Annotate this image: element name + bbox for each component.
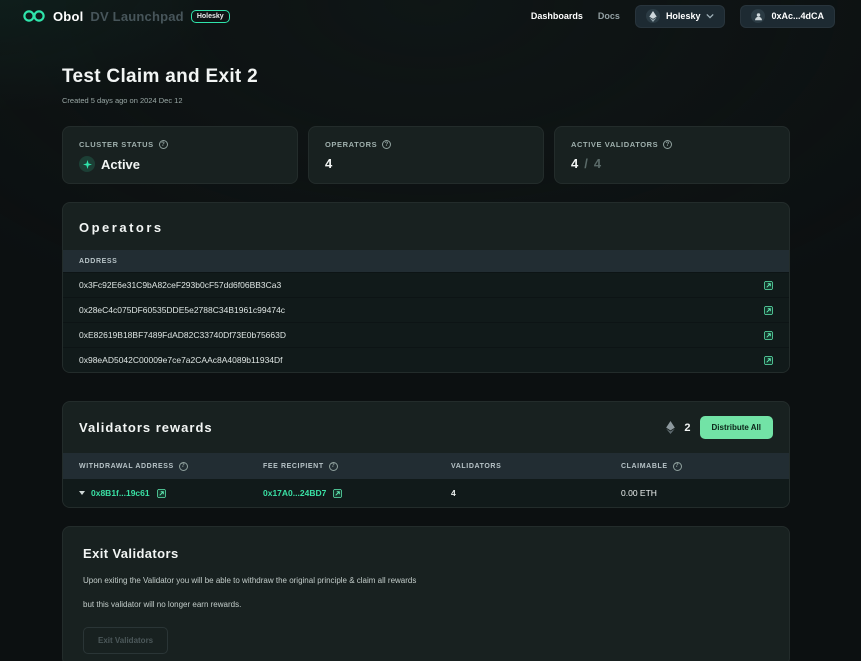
table-row: 0xE82619B18BF7489FdAD82C33740Df73E0b7566… [63,322,789,347]
brand-product: DV Launchpad [90,9,183,24]
operator-address: 0x3Fc92E6e31C9bA82ceF293b0cF57dd6f06BB3C… [79,280,281,290]
fee-recipient-link[interactable]: 0x17A0...24BD7 [263,488,451,498]
external-link-icon[interactable] [157,489,166,498]
network-selector-button[interactable]: Holesky [635,5,726,28]
operators-count-card: OPERATORS ? 4 [308,126,544,184]
table-row: 0x3Fc92E6e31C9bA82ceF293b0cF57dd6f06BB3C… [63,272,789,297]
claimable-column-label: CLAIMABLE [621,463,668,470]
distribute-all-button[interactable]: Distribute All [700,416,773,439]
validators-rewards-card: Validators rewards 2 Distribute All WITH… [62,401,790,508]
active-validators-card: ACTIVE VALIDATORS ? 4 / 4 [554,126,790,184]
stats-row: CLUSTER STATUS ? Active OPERATORS ? 4 AC… [62,126,790,184]
obol-logo-icon [22,9,46,23]
help-icon[interactable]: ? [663,140,672,149]
help-icon[interactable]: ? [382,140,391,149]
help-icon[interactable]: ? [159,140,168,149]
app-header: Obol DV Launchpad Holesky Dashboards Doc… [0,0,861,32]
validators-count-value: 4 [451,488,621,498]
withdrawal-address-value: 0x8B1f...19c61 [91,488,150,498]
external-link-icon[interactable] [333,489,342,498]
operators-value-row: 4 [325,156,527,171]
operators-table-header: ADDRESS [63,250,789,272]
active-validators-label: ACTIVE VALIDATORS [571,140,658,149]
expand-row-caret-icon[interactable] [79,491,85,495]
cluster-status-label: CLUSTER STATUS [79,140,154,149]
help-icon[interactable]: ? [673,462,682,471]
claimable-value: 0.00 ETH [621,488,773,498]
network-badge: Holesky [191,10,230,23]
claimable-eth-count: 2 [684,422,690,434]
active-validators-label-row: ACTIVE VALIDATORS ? [571,140,773,149]
active-status-icon [79,156,95,172]
help-icon[interactable]: ? [179,462,188,471]
exit-validators-button[interactable]: Exit Validators [83,627,168,654]
cluster-status-label-row: CLUSTER STATUS ? [79,140,281,149]
avatar-icon [751,9,765,23]
withdrawal-address-link[interactable]: 0x8B1f...19c61 [91,488,166,498]
fee-recipient-column-label: FEE RECIPIENT [263,463,324,470]
external-link-icon[interactable] [764,306,773,315]
exit-validators-card: Exit Validators Upon exiting the Validat… [62,526,790,661]
main-content: Test Claim and Exit 2 Created 5 days ago… [62,66,790,661]
address-column-header: ADDRESS [79,258,117,265]
operator-address: 0xE82619B18BF7489FdAD82C33740Df73E0b7566… [79,330,286,340]
validators-column: VALIDATORS [451,463,621,470]
nav-dashboards[interactable]: Dashboards [531,11,583,21]
operators-label: OPERATORS [325,140,377,149]
nav-docs[interactable]: Docs [598,11,620,21]
operators-header: Operators [63,203,789,250]
table-row: 0x28eC4c075DF60535DDE5e2788C34B1961c9947… [63,297,789,322]
active-validators-count: 4 [571,156,578,171]
rewards-table-row: 0x8B1f...19c61 0x17A0...24BD7 4 0.00 ETH [63,479,789,507]
operators-card: Operators ADDRESS 0x3Fc92E6e31C9bA82ceF2… [62,202,790,373]
fee-recipient-value: 0x17A0...24BD7 [263,488,326,498]
active-validators-value-row: 4 / 4 [571,156,773,171]
cluster-status-value-row: Active [79,156,281,172]
operator-address: 0x98eAD5042C00009e7ce7a2CAAc8A4089b11934… [79,355,283,365]
wallet-button[interactable]: 0xAc...4dCA [740,5,835,28]
table-row: 0x98eAD5042C00009e7ce7a2CAAc8A4089b11934… [63,347,789,372]
cluster-status-card: CLUSTER STATUS ? Active [62,126,298,184]
network-selector-label: Holesky [666,11,701,21]
wallet-address-label: 0xAc...4dCA [771,11,824,21]
operators-title: Operators [79,220,773,235]
claimable-column: CLAIMABLE ? [621,462,773,471]
active-validators-separator: / [584,156,588,171]
operators-label-row: OPERATORS ? [325,140,527,149]
fee-recipient-column: FEE RECIPIENT ? [263,462,451,471]
rewards-header: Validators rewards 2 Distribute All [63,402,789,453]
ethereum-icon [666,421,675,434]
withdrawal-address-column-label: WITHDRAWAL ADDRESS [79,463,174,470]
chevron-down-icon [706,13,714,19]
operator-address: 0x28eC4c075DF60535DDE5e2788C34B1961c9947… [79,305,285,315]
withdrawal-address-column: WITHDRAWAL ADDRESS ? [79,462,263,471]
active-validators-total: 4 [594,156,601,171]
help-icon[interactable]: ? [329,462,338,471]
rewards-title: Validators rewards [79,420,213,435]
exit-validators-title: Exit Validators [83,546,769,561]
header-right: Dashboards Docs Holesky 0xAc...4dCA [531,5,835,28]
validators-column-label: VALIDATORS [451,463,501,470]
external-link-icon[interactable] [764,281,773,290]
brand: Obol DV Launchpad Holesky [22,9,230,24]
rewards-header-right: 2 Distribute All [666,416,773,439]
external-link-icon[interactable] [764,331,773,340]
page-title: Test Claim and Exit 2 [62,66,790,88]
exit-description-line2: but this validator will no longer earn r… [83,600,769,609]
ethereum-network-icon [646,9,660,23]
operators-count: 4 [325,156,332,171]
page-subtitle: Created 5 days ago on 2024 Dec 12 [62,96,790,105]
brand-name: Obol [53,9,83,24]
rewards-table-header: WITHDRAWAL ADDRESS ? FEE RECIPIENT ? VAL… [63,453,789,479]
cluster-status-value: Active [101,157,140,172]
exit-description-line1: Upon exiting the Validator you will be a… [83,576,769,585]
external-link-icon[interactable] [764,356,773,365]
